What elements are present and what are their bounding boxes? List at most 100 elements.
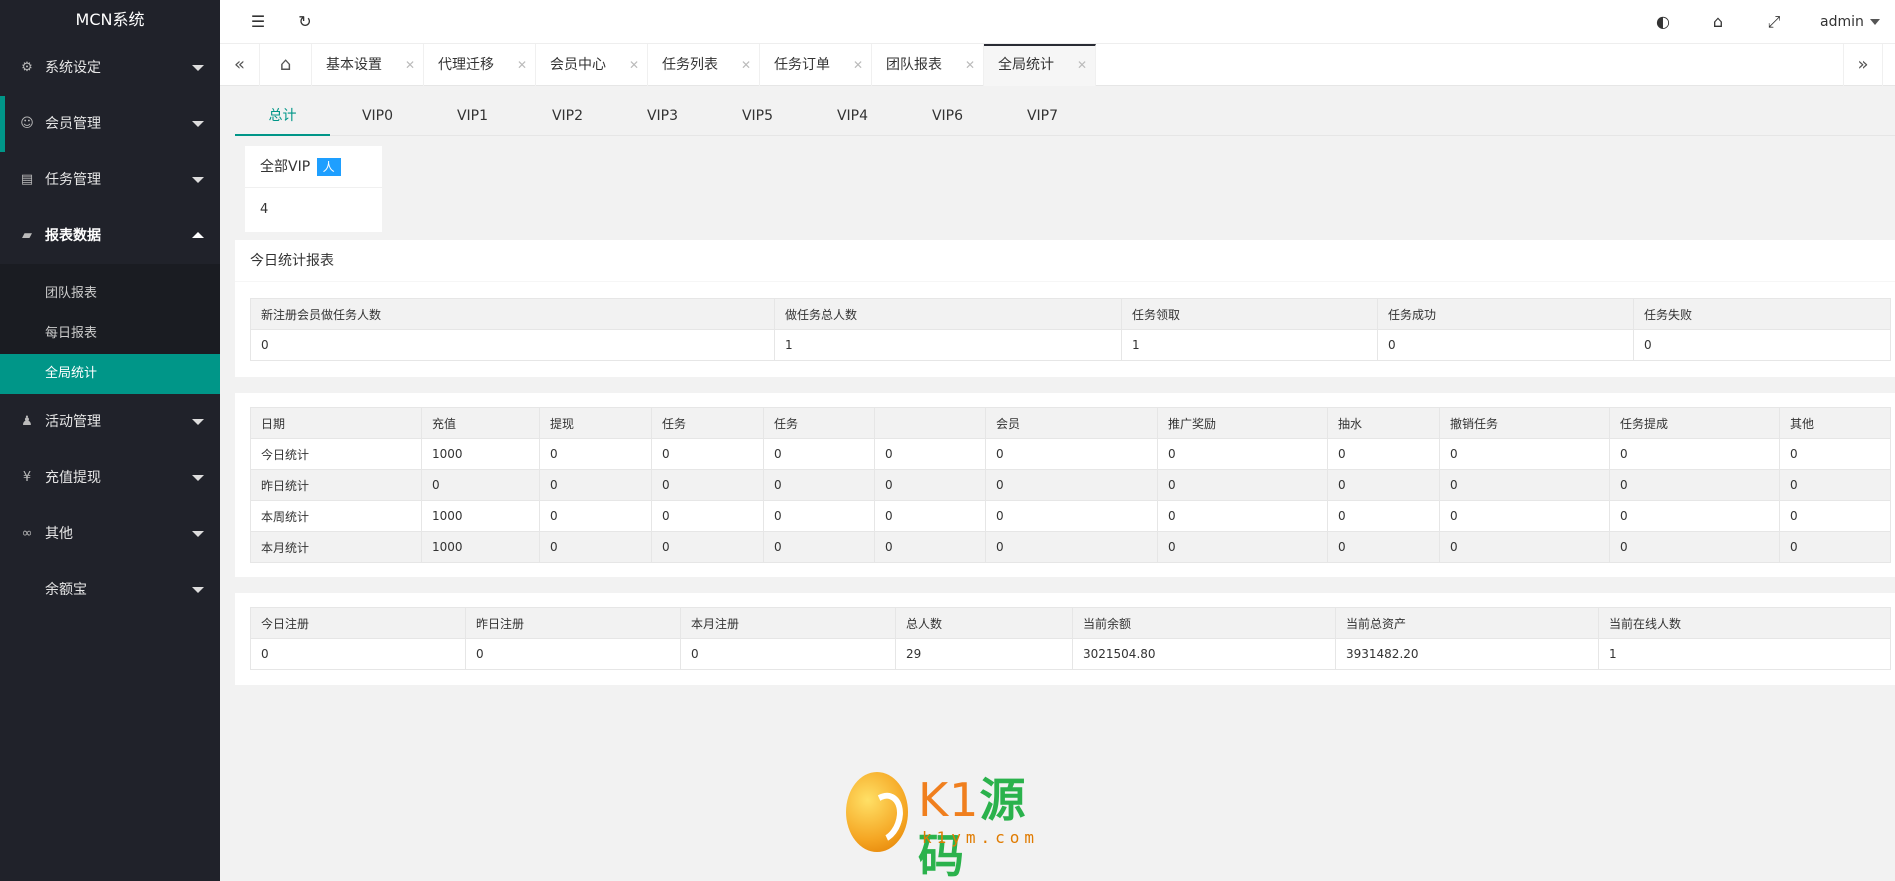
table-row: 今日统计 1000 0 0 0 0 0 0 0 0 0 0: [250, 438, 1891, 470]
table-header: 当前总资产: [1335, 607, 1599, 639]
table-header: 任务提成: [1609, 407, 1780, 439]
close-icon[interactable]: ✕: [517, 44, 527, 86]
table-header: 撤销任务: [1439, 407, 1610, 439]
menu-collapse-icon[interactable]: ☰: [246, 10, 270, 34]
tab-label: 会员中心: [550, 57, 606, 73]
chevron-down-icon: [192, 419, 204, 425]
tab-total[interactable]: 总计: [235, 96, 330, 136]
tab-team-report[interactable]: 团队报表 ✕: [872, 44, 984, 86]
tab-vip7[interactable]: VIP7: [995, 96, 1090, 136]
table-cell: 0: [250, 638, 466, 670]
table-cell: 0: [421, 469, 540, 501]
table-cell: 本周统计: [250, 500, 422, 532]
table-cell: 0: [985, 469, 1158, 501]
table-cell: 0: [1439, 438, 1610, 470]
close-icon[interactable]: ✕: [629, 44, 639, 86]
table-cell: 1: [1121, 329, 1378, 361]
today-report-table: 新注册会员做任务人数 做任务总人数 任务领取 任务成功 任务失败 0 1 1 0…: [250, 298, 1891, 361]
tab-member-center[interactable]: 会员中心 ✕: [536, 44, 648, 86]
table-cell: 0: [985, 438, 1158, 470]
document-icon: ▤: [20, 172, 34, 187]
table-cell: 0: [1377, 329, 1634, 361]
theme-icon[interactable]: ◐: [1651, 10, 1675, 34]
close-icon[interactable]: ✕: [741, 44, 751, 86]
table-cell: 0: [1439, 469, 1610, 501]
sidebar-item-activity-management[interactable]: ♟ 活动管理: [0, 394, 220, 450]
tab-vip1[interactable]: VIP1: [425, 96, 520, 136]
home-tab-icon[interactable]: ⌂: [260, 44, 312, 86]
tab-label: 任务列表: [662, 57, 718, 73]
table-row: 0 0 0 29 3021504.80 3931482.20 1: [250, 638, 1891, 670]
sidebar-item-system-settings[interactable]: ⚙ 系统设定: [0, 40, 220, 96]
table-cell: 昨日统计: [250, 469, 422, 501]
table-header: 当前在线人数: [1598, 607, 1891, 639]
table-cell: 0: [1633, 329, 1891, 361]
sidebar-item-label: 活动管理: [45, 414, 101, 430]
sidebar-subitem-team-report[interactable]: 团队报表: [0, 274, 220, 314]
table-cell: 0: [1327, 469, 1440, 501]
sidebar-item-member-management[interactable]: ☺ 会员管理: [0, 96, 220, 152]
refresh-icon[interactable]: ↻: [293, 10, 317, 34]
table-cell: 0: [1157, 500, 1328, 532]
table-cell: 0: [1609, 469, 1780, 501]
table-cell: 0: [539, 531, 652, 563]
tabs-scroll-right-icon[interactable]: »: [1843, 44, 1883, 86]
tab-basic-settings[interactable]: 基本设置 ✕: [312, 44, 424, 86]
tab-vip4[interactable]: VIP4: [805, 96, 900, 136]
table-cell: 0: [1157, 469, 1328, 501]
tab-vip3[interactable]: VIP3: [615, 96, 710, 136]
table-header: 本月注册: [680, 607, 896, 639]
tab-agent-migration[interactable]: 代理迁移 ✕: [424, 44, 536, 86]
table-header: 新注册会员做任务人数: [250, 298, 775, 330]
table-cell: 0: [651, 531, 764, 563]
table-cell: 0: [1609, 500, 1780, 532]
sidebar-item-recharge-withdraw[interactable]: ¥ 充值提现: [0, 450, 220, 506]
coin-logo-icon: [846, 772, 908, 852]
table-cell: 0: [1327, 531, 1440, 563]
tab-vip0[interactable]: VIP0: [330, 96, 425, 136]
tab-global-stats[interactable]: 全局统计 ✕: [984, 44, 1096, 86]
table-cell: 0: [1327, 500, 1440, 532]
sidebar-item-label: 余额宝: [45, 582, 87, 598]
table-cell: 0: [1779, 500, 1891, 532]
watermark-brand: K1源码: [918, 772, 1070, 881]
chevron-down-icon: [192, 587, 204, 593]
user-menu[interactable]: admin: [1820, 10, 1880, 34]
close-icon[interactable]: ✕: [405, 44, 415, 86]
tab-vip6[interactable]: VIP6: [900, 96, 995, 136]
table-header: [874, 407, 986, 439]
tab-task-orders[interactable]: 任务订单 ✕: [760, 44, 872, 86]
tab-vip5[interactable]: VIP5: [710, 96, 805, 136]
table-cell: 0: [985, 531, 1158, 563]
table-cell: 0: [763, 469, 875, 501]
chevron-down-icon: [192, 475, 204, 481]
sidebar-subitem-daily-report[interactable]: 每日报表: [0, 314, 220, 354]
table-cell: 0: [1157, 531, 1328, 563]
tag-icon[interactable]: ⌂: [1706, 10, 1730, 34]
close-icon[interactable]: ✕: [965, 44, 975, 86]
tabs-scroll-left-icon[interactable]: «: [220, 44, 260, 86]
watermark-logo: K1源码 k1ym.com: [840, 768, 1070, 881]
watermark-url: k1ym.com: [922, 828, 1040, 847]
close-icon[interactable]: ✕: [1077, 46, 1087, 84]
table-header: 任务领取: [1121, 298, 1378, 330]
table-row: 本月统计 1000 0 0 0 0 0 0 0 0 0 0: [250, 531, 1891, 563]
fullscreen-icon[interactable]: ⤢: [1762, 10, 1786, 34]
table-cell: 0: [763, 500, 875, 532]
table-cell: 今日统计: [250, 438, 422, 470]
sidebar-item-label: 其他: [45, 526, 73, 542]
tab-task-list[interactable]: 任务列表 ✕: [648, 44, 760, 86]
table-cell: 0: [539, 469, 652, 501]
sidebar-item-yuebao[interactable]: 余额宝: [0, 562, 220, 618]
sidebar-item-report-data[interactable]: ▰ 报表数据: [0, 208, 220, 264]
tab-label: 全局统计: [998, 57, 1054, 73]
sidebar-item-task-management[interactable]: ▤ 任务管理: [0, 152, 220, 208]
close-icon[interactable]: ✕: [853, 44, 863, 86]
chevron-up-icon: [192, 232, 204, 238]
vip-level-tabs: 总计 VIP0 VIP1 VIP2 VIP3 VIP5 VIP4 VIP6 VI…: [235, 96, 1895, 136]
sidebar-subitem-global-stats[interactable]: 全局统计: [0, 354, 220, 394]
tab-vip2[interactable]: VIP2: [520, 96, 615, 136]
sidebar-item-other[interactable]: ∞ 其他: [0, 506, 220, 562]
table-cell: 0: [763, 531, 875, 563]
table-header: 任务成功: [1377, 298, 1634, 330]
